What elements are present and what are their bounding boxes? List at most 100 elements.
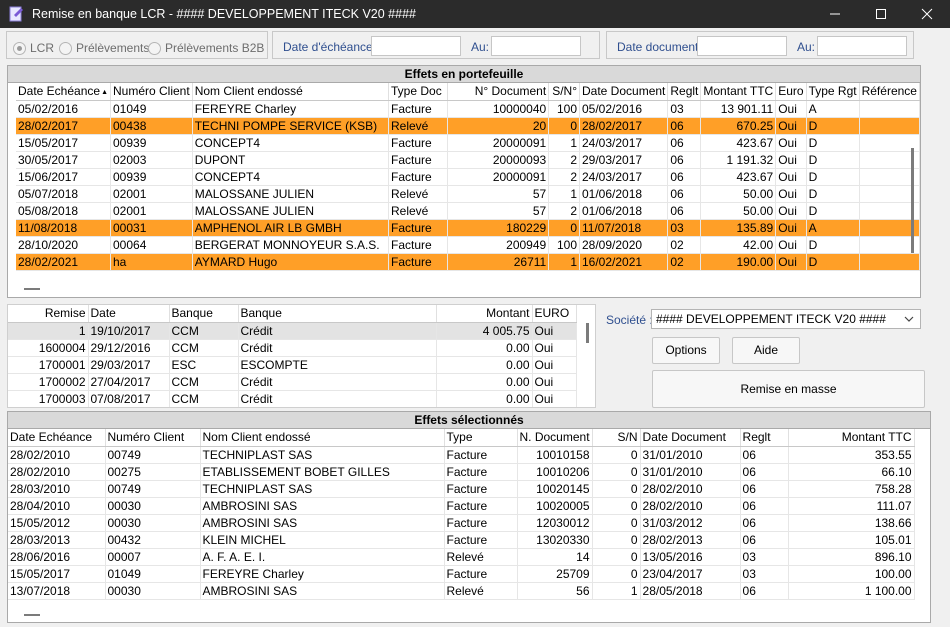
portefeuille-cell: 06 bbox=[667, 117, 702, 135]
selectionnes-cell: AMBROSINI SAS bbox=[200, 582, 445, 600]
portefeuille-row[interactable]: 30/05/2017 02003 DUPONT Facture 20000093 2 29/… bbox=[16, 151, 920, 169]
portefeuille-cell: 24/03/2017 bbox=[579, 168, 669, 186]
societe-select[interactable]: #### DEVELOPPEMENT ITECK V20 #### bbox=[651, 309, 921, 329]
portefeuille-column-header[interactable]: N° Document bbox=[447, 83, 550, 101]
remises-cell: 1700003 bbox=[8, 390, 89, 407]
echeance-from-field[interactable] bbox=[371, 36, 461, 56]
radio-prelevements[interactable]: Prélèvements bbox=[59, 41, 149, 55]
selectionnes-cell: 100.00 bbox=[788, 565, 915, 583]
selectionnes-column-header[interactable]: Nom Client endossé bbox=[200, 429, 445, 447]
portefeuille-row[interactable]: 15/06/2017 00939 CONCEPT4 Facture 20000091 2 2… bbox=[16, 168, 920, 186]
selectionnes-column-header[interactable]: Montant TTC bbox=[788, 429, 915, 447]
portefeuille-column-header[interactable]: Montant TTC bbox=[700, 83, 777, 101]
portefeuille-column-header[interactable]: Type Doc bbox=[388, 83, 448, 101]
selectionnes-column-header[interactable]: S/N bbox=[592, 429, 641, 447]
selectionnes-row[interactable]: 28/06/2016 00007 A. F. A. E. I. Relevé 14 0 13… bbox=[8, 548, 915, 566]
selectionnes-cell: 28/02/2013 bbox=[640, 531, 741, 549]
radio-lcr[interactable]: LCR bbox=[13, 41, 54, 55]
close-icon[interactable] bbox=[904, 0, 950, 28]
selectionnes-row[interactable]: 28/03/2013 00432 KLEIN MICHEL Facture 130203… bbox=[8, 531, 915, 549]
echeance-to-field[interactable] bbox=[491, 36, 581, 56]
selectionnes-column-header[interactable]: Date Document bbox=[640, 429, 741, 447]
portefeuille-column-header[interactable]: Euro bbox=[775, 83, 807, 101]
remises-cell: CCM bbox=[169, 322, 239, 340]
selectionnes-cell: Facture bbox=[444, 514, 518, 532]
remises-column-header[interactable]: Montant bbox=[436, 305, 533, 323]
portefeuille-column-header[interactable]: Reglt bbox=[667, 83, 702, 101]
radio-lcr-label: LCR bbox=[30, 41, 55, 55]
portefeuille-cell: DUPONT bbox=[192, 151, 390, 169]
remises-column-header[interactable]: EURO bbox=[532, 305, 577, 323]
portefeuille-cell: 06 bbox=[667, 168, 702, 186]
selectionnes-row[interactable]: 15/05/2012 00030 AMBROSINI SAS Facture 12030… bbox=[8, 514, 915, 532]
document-from-field[interactable] bbox=[697, 36, 787, 56]
remises-cell: 0.00 bbox=[436, 339, 533, 357]
portefeuille-cell: 1 bbox=[548, 253, 580, 271]
document-to-field[interactable] bbox=[817, 36, 907, 56]
portefeuille-cell: 28/02/2021 bbox=[16, 253, 111, 271]
portefeuille-row[interactable]: 28/02/2017 00438 TECHNI POMPE SERVICE (KSB… bbox=[16, 117, 920, 135]
radio-prelevements-b2b-icon bbox=[148, 41, 161, 55]
selectionnes-column-header[interactable]: Type bbox=[444, 429, 518, 447]
portefeuille-panel: Effets en portefeuille Date Echéance▲ Num… bbox=[7, 65, 921, 298]
portefeuille-column-header[interactable]: Date Document bbox=[579, 83, 669, 101]
portefeuille-column-header[interactable]: Numéro Client bbox=[110, 83, 193, 101]
radio-prelevements-b2b[interactable]: Prélèvements B2B bbox=[148, 41, 264, 55]
remises-column-header[interactable]: Date bbox=[88, 305, 170, 323]
remises-cell: Oui bbox=[532, 373, 577, 391]
selectionnes-cell: 28/02/2010 bbox=[8, 446, 106, 464]
portefeuille-row[interactable]: 11/08/2018 00031 AMPHENOL AIR LB GMBH Factu… bbox=[16, 219, 920, 237]
selectionnes-cell: 1 bbox=[592, 582, 641, 600]
maximize-icon[interactable] bbox=[858, 0, 904, 28]
title-bar: Remise en banque LCR - #### DEVELOPPEMEN… bbox=[0, 0, 950, 28]
remises-row[interactable]: 1600004 29/12/2016 CCM Crédit 0.00 Oui bbox=[8, 339, 577, 357]
selectionnes-column-header[interactable]: Numéro Client bbox=[105, 429, 201, 447]
selectionnes-row[interactable]: 28/03/2010 00749 TECHNIPLAST SAS Facture 100… bbox=[8, 480, 915, 498]
portefeuille-column-header[interactable]: Nom Client endossé bbox=[192, 83, 390, 101]
remises-vscrollbar[interactable] bbox=[586, 323, 589, 343]
minimize-icon[interactable] bbox=[812, 0, 858, 28]
selectionnes-row[interactable]: 28/02/2010 00749 TECHNIPLAST SAS Facture 100… bbox=[8, 446, 915, 464]
portefeuille-cell: 01/06/2018 bbox=[579, 202, 669, 220]
portefeuille-row[interactable]: 28/10/2020 00064 BERGERAT MONNOYEUR S.A.S.… bbox=[16, 236, 920, 254]
portefeuille-row[interactable]: 05/07/2018 02001 MALOSSANE JULIEN Relevé 57 1… bbox=[16, 185, 920, 203]
remises-row[interactable]: 1 19/10/2017 CCM Crédit 4 005.75 Oui bbox=[8, 322, 577, 340]
remises-row[interactable]: 1700001 29/03/2017 ESC ESCOMPTE 0.00 Oui bbox=[8, 356, 577, 374]
selectionnes-row[interactable]: 28/04/2010 00030 AMBROSINI SAS Facture 10020… bbox=[8, 497, 915, 515]
selectionnes-cell: 00030 bbox=[105, 497, 201, 515]
portefeuille-vscrollbar[interactable] bbox=[911, 148, 914, 253]
portefeuille-cell: 180229 bbox=[447, 219, 550, 237]
remises-column-header[interactable]: Banque bbox=[169, 305, 239, 323]
remises-column-header[interactable]: Remise bbox=[8, 305, 89, 323]
portefeuille-row[interactable]: 05/02/2016 01049 FEREYRE Charley Facture 100… bbox=[16, 100, 920, 118]
selectionnes-row[interactable]: 15/05/2017 01049 FEREYRE Charley Facture 257… bbox=[8, 565, 915, 583]
societe-label: Société : bbox=[606, 313, 653, 327]
portefeuille-cell: 190.00 bbox=[700, 253, 777, 271]
aide-button[interactable]: Aide bbox=[732, 337, 800, 364]
portefeuille-row[interactable]: 05/08/2018 02001 MALOSSANE JULIEN Relevé 57 2… bbox=[16, 202, 920, 220]
portefeuille-cell: 01/06/2018 bbox=[579, 185, 669, 203]
remises-row[interactable]: 1700003 07/08/2017 CCM Crédit 0.00 Oui bbox=[8, 390, 577, 407]
portefeuille-column-header[interactable]: Date Echéance▲ bbox=[16, 83, 111, 101]
remise-en-masse-button[interactable]: Remise en masse bbox=[652, 370, 925, 408]
portefeuille-cell: D bbox=[806, 134, 860, 152]
portefeuille-cell: 15/05/2017 bbox=[16, 134, 111, 152]
portefeuille-column-header[interactable]: S/N° bbox=[548, 83, 580, 101]
remises-row[interactable]: 1700002 27/04/2017 CCM Crédit 0.00 Oui bbox=[8, 373, 577, 391]
portefeuille-column-header[interactable]: Type Rgt bbox=[806, 83, 860, 101]
remises-column-header[interactable]: Banque bbox=[238, 305, 437, 323]
portefeuille-row[interactable]: 28/02/2021 ha AYMARD Hugo Facture 26711 1 16/0… bbox=[16, 253, 920, 271]
portefeuille-cell: 10000040 bbox=[447, 100, 550, 118]
selectionnes-hscrollbar[interactable] bbox=[24, 614, 40, 616]
portefeuille-row[interactable]: 15/05/2017 00939 CONCEPT4 Facture 20000091 1 2… bbox=[16, 134, 920, 152]
selectionnes-column-header[interactable]: N. Document bbox=[517, 429, 593, 447]
selectionnes-row[interactable]: 13/07/2018 00030 AMBROSINI SAS Relevé 56 1 28/… bbox=[8, 582, 915, 600]
options-button[interactable]: Options bbox=[652, 337, 720, 364]
selectionnes-column-header[interactable]: Reglt bbox=[740, 429, 789, 447]
portefeuille-hscrollbar[interactable] bbox=[24, 288, 40, 290]
selectionnes-column-header[interactable]: Date Echéance bbox=[8, 429, 106, 447]
portefeuille-column-header[interactable]: Référence bbox=[859, 83, 920, 101]
portefeuille-cell: 00064 bbox=[110, 236, 193, 254]
portefeuille-cell: 02001 bbox=[110, 185, 193, 203]
selectionnes-row[interactable]: 28/02/2010 00275 ETABLISSEMENT BOBET GILLE… bbox=[8, 463, 915, 481]
